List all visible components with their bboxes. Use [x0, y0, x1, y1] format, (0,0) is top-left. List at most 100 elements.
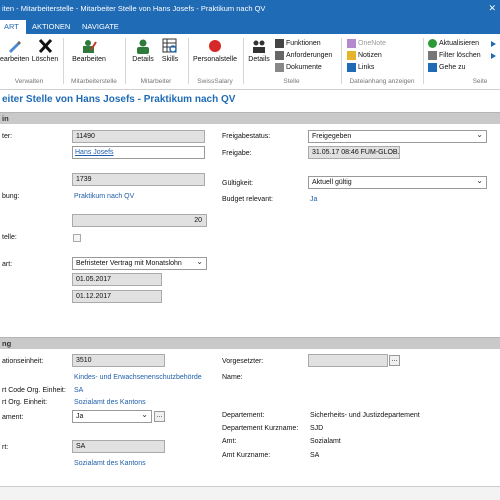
- office-value: Sozialamt: [310, 438, 341, 445]
- link-icon: [347, 62, 356, 72]
- close-window-button[interactable]: ✕: [488, 0, 496, 17]
- tab-aktionen[interactable]: AKTIONEN: [28, 20, 74, 34]
- funktionen-button[interactable]: Funktionen: [275, 38, 321, 50]
- employee-details-label: Details: [132, 56, 154, 63]
- org-unit-link[interactable]: Kindes- und Erwachsenenschutzbehörde: [74, 374, 202, 381]
- people-icon: [253, 40, 265, 53]
- position-details-label: Details: [248, 56, 270, 63]
- delete-x-icon: [38, 38, 53, 54]
- group-mitarbeiter: Mitarbeiter: [140, 78, 172, 85]
- type-field[interactable]: SA: [72, 440, 165, 453]
- ribbon-tabbar: ART AKTIONEN NAVIGATE: [0, 17, 500, 34]
- onenote-icon: [347, 38, 356, 48]
- org-unit-label: ationseinheit:: [2, 358, 44, 365]
- description-label: bung:: [2, 193, 20, 200]
- funktionen-label: Funktionen: [286, 40, 321, 47]
- office-short-value: SA: [310, 452, 320, 459]
- personalstelle-button[interactable]: Personalstelle: [192, 38, 238, 63]
- departement-short-label: Departement Kurzname:: [222, 425, 299, 432]
- edit-position-button[interactable]: Bearbeiten: [68, 38, 110, 63]
- supervisor-lookup-button[interactable]: ...: [389, 355, 400, 366]
- notizen-label: Notizen: [358, 52, 382, 59]
- validity-label: Gültigkeit:: [222, 180, 254, 187]
- release-status-select[interactable]: Freigegeben: [308, 130, 487, 143]
- department-lookup-button[interactable]: ...: [154, 411, 165, 422]
- ribbon-separator: [188, 38, 189, 84]
- validity-select[interactable]: Aktuell gültig: [308, 176, 487, 189]
- filter-icon: [428, 50, 437, 60]
- contract-type-label: art:: [2, 261, 13, 268]
- onenote-label: OneNote: [358, 40, 387, 47]
- group-mitarbeiterstelle: Mitarbeiterstelle: [71, 78, 117, 85]
- employee-name-field[interactable]: Hans Josefs: [72, 146, 205, 159]
- goto-label: Gehe zu: [439, 64, 466, 71]
- refresh-label: Aktualisieren: [439, 40, 480, 47]
- section-header-organization[interactable]: ng: [0, 337, 500, 349]
- goto-icon: [428, 62, 437, 72]
- employee-name-link[interactable]: Hans Josefs: [75, 149, 114, 156]
- employee-details-button[interactable]: Details: [129, 38, 157, 63]
- functions-icon: [275, 38, 284, 48]
- dokumente-button[interactable]: Dokumente: [275, 62, 322, 74]
- department-flag-label: ament:: [2, 414, 24, 421]
- supervisor-label: Vorgesetzter:: [222, 358, 264, 365]
- employee-number-label: ter:: [2, 133, 13, 140]
- edit-button[interactable]: earbeiten: [0, 38, 30, 63]
- refresh-icon: [428, 38, 437, 48]
- office-short-label: Amt Kurzname:: [222, 452, 271, 459]
- goto-button[interactable]: Gehe zu: [428, 62, 465, 74]
- release-status-label: Freigabestatus:: [222, 133, 271, 140]
- start-date-field[interactable]: 01.05.2017: [72, 273, 162, 286]
- ribbon: earbeiten Löschen Verwalten Bearbeiten M…: [0, 34, 500, 90]
- end-date-field[interactable]: 01.12.2017: [72, 290, 162, 303]
- org-unit-field[interactable]: 3510: [72, 354, 165, 367]
- position-code-field[interactable]: 1739: [72, 173, 205, 186]
- supervisor-name-label: Name:: [222, 374, 243, 381]
- supervisor-field[interactable]: [308, 354, 388, 367]
- release-label: Freigabe:: [222, 150, 252, 157]
- window-title: iten - Mitarbeiterstelle - Mitarbeiter S…: [2, 4, 266, 13]
- section-header-general[interactable]: in: [0, 112, 500, 124]
- red-circle-icon: [209, 40, 221, 52]
- departement-short-value: SJD: [310, 425, 324, 432]
- tab-navigate[interactable]: NAVIGATE: [78, 20, 123, 34]
- edit-label: earbeiten: [0, 56, 30, 63]
- window-titlebar: iten - Mitarbeiterstelle - Mitarbeiter S…: [0, 0, 500, 17]
- tab-start[interactable]: ART: [0, 20, 26, 34]
- org-unit-name-link[interactable]: Sozialamt des Kantons: [74, 399, 146, 406]
- nav-arrows-icon[interactable]: [490, 39, 500, 69]
- person-icon: [137, 39, 149, 54]
- status-footer: [0, 486, 500, 500]
- employee-number-field[interactable]: 11490: [72, 130, 205, 143]
- ribbon-separator: [423, 38, 424, 84]
- notizen-button[interactable]: Notizen: [347, 50, 382, 62]
- page-title: eiter Stelle von Hans Josefs - Praktikum…: [2, 94, 236, 105]
- delete-button[interactable]: Löschen: [30, 38, 60, 63]
- clear-filter-label: Filter löschen: [439, 52, 481, 59]
- skills-button[interactable]: Skills: [158, 38, 182, 63]
- position-description-link[interactable]: Praktikum nach QV: [74, 193, 134, 200]
- contract-type-select[interactable]: Befristeter Vertrag mit Monatslohn: [72, 257, 207, 270]
- budget-relevant-value: Ja: [310, 196, 318, 203]
- org-unit-code-label: rt Code Org. Einheit:: [2, 387, 66, 394]
- clear-filter-button[interactable]: Filter löschen: [428, 50, 481, 62]
- budget-relevant-label: Budget relevant:: [222, 196, 273, 203]
- departement-label: Departement:: [222, 412, 265, 419]
- anforderungen-button[interactable]: Anforderungen: [275, 50, 332, 62]
- percentage-field[interactable]: 20: [72, 214, 207, 227]
- office-link[interactable]: Sozialamt des Kantons: [74, 460, 146, 467]
- position-checkbox[interactable]: [73, 234, 81, 242]
- position-details-button[interactable]: Details: [246, 38, 272, 63]
- org-unit-name-label: rt Org. Einheit:: [2, 399, 48, 406]
- group-dateianhang: Dateianhang anzeigen: [349, 78, 415, 85]
- notes-icon: [347, 50, 356, 60]
- documents-icon: [275, 62, 284, 72]
- refresh-button[interactable]: Aktualisieren: [428, 38, 479, 50]
- edit-person-icon: [83, 40, 97, 53]
- onenote-button[interactable]: OneNote: [347, 38, 386, 50]
- group-swisssalary: SwissSalary: [197, 78, 233, 85]
- release-field[interactable]: 31.05.17 08:46 FUM-GLOB...: [308, 146, 400, 159]
- links-button[interactable]: Links: [347, 62, 374, 74]
- department-flag-select[interactable]: Ja: [72, 410, 152, 423]
- departement-value: Sicherheits- und Justizdepartement: [310, 412, 420, 419]
